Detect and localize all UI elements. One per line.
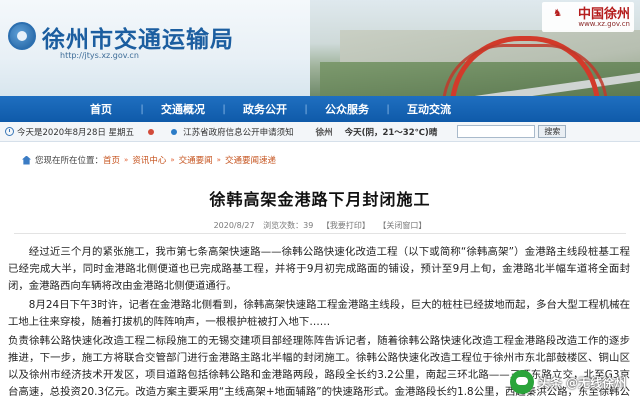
nav-item-overview[interactable]: 交通概况 — [144, 101, 222, 117]
nav-item-home[interactable]: 首页 — [62, 101, 140, 117]
nav-item-public-service[interactable]: 公众服务 — [308, 101, 386, 117]
breadcrumb-arrow-icon: » — [170, 156, 175, 164]
article: 徐韩高架金港路下月封闭施工 2020/8/27 浏览次数：39 【我要打印】 【… — [0, 176, 640, 403]
article-divider — [14, 233, 626, 234]
weather-today: 今天(阴，21～32℃)晴 — [344, 127, 438, 138]
breadcrumb-arrow-icon: » — [216, 156, 221, 164]
article-paragraph: 经过近三个月的紧张施工，我市第七条高架快速路——徐韩公路快速化改造工程（以下或简… — [8, 246, 630, 292]
brand-url: www.xz.gov.cn — [578, 20, 630, 28]
article-views: 浏览次数：39 — [263, 221, 314, 230]
bullet-red-icon — [148, 128, 155, 135]
brand-horse-icon: ♞ — [553, 8, 562, 19]
breadcrumb-news-center[interactable]: 资讯中心 — [132, 154, 166, 166]
search-input[interactable] — [457, 125, 536, 138]
main-nav: 首页 | 交通概况 | 政务公开 | 公众服务 | 互动交流 — [0, 96, 640, 122]
breadcrumb-traffic-express[interactable]: 交通要闻速递 — [225, 154, 276, 166]
notice-link[interactable]: 江苏省政府信息公开申请须知 — [183, 126, 294, 138]
breadcrumb-arrow-icon: » — [124, 156, 129, 164]
weather-city: 徐州 — [315, 127, 333, 138]
header-banner: 徐州市交通运输局 http://jtys.xz.gov.cn ♞ 中国徐州 ww… — [0, 0, 640, 96]
watermark-text: 头条 @无线徐州 — [538, 375, 627, 390]
clock-icon — [5, 127, 14, 136]
site-title[interactable]: 徐州市交通运输局 — [42, 20, 234, 54]
article-date: 2020/8/27 — [213, 221, 255, 230]
search-box: 搜索 — [457, 125, 567, 138]
breadcrumb-home[interactable]: 首页 — [103, 154, 120, 166]
article-paragraph: 8月24日下午3时许，记者在金港路北侧看到，徐韩高架快速路工程金港路主线段，巨大… — [8, 299, 630, 328]
home-icon — [22, 155, 31, 165]
breadcrumb-prefix: 您现在所在位置： — [35, 156, 104, 166]
close-window-link[interactable]: 【关闭窗口】 — [378, 221, 426, 230]
today-date: 今天是2020年8月28日 星期五 — [17, 127, 135, 138]
breadcrumb: 您现在所在位置： 首页 » 资讯中心 » 交通要闻 » 交通要闻速递 — [0, 151, 640, 169]
site-url: http://jtys.xz.gov.cn — [60, 51, 139, 60]
breadcrumb-traffic-news[interactable]: 交通要闻 — [179, 154, 213, 166]
search-button[interactable]: 搜索 — [538, 125, 567, 138]
nav-item-gov-affairs[interactable]: 政务公开 — [226, 101, 304, 117]
bullet-blue-icon — [171, 128, 178, 135]
article-title: 徐韩高架金港路下月封闭施工 — [209, 190, 431, 209]
print-link[interactable]: 【我要打印】 — [322, 221, 370, 230]
info-bar: 今天是2020年8月28日 星期五 江苏省政府信息公开申请须知 徐州 今天(阴，… — [0, 122, 640, 142]
watermark: 头条 @无线徐州 — [510, 370, 626, 394]
site-logo-icon[interactable] — [8, 22, 36, 50]
chat-bubble-icon — [510, 370, 534, 394]
nav-item-interaction[interactable]: 互动交流 — [390, 101, 468, 117]
article-meta: 2020/8/27 浏览次数：39 【我要打印】 【关闭窗口】 — [0, 220, 640, 231]
